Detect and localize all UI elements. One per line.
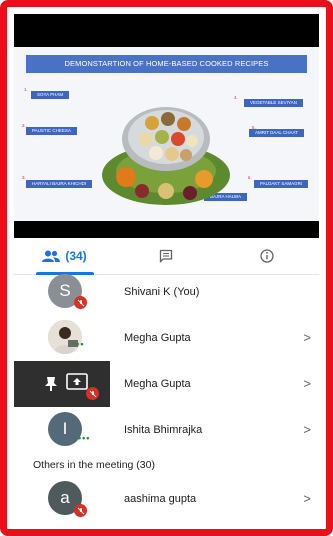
info-icon [259, 249, 274, 263]
chevron-right-icon[interactable]: > [303, 315, 311, 361]
food-platter-image [102, 107, 230, 205]
slide-label: PAUSTIC CHEESA [26, 127, 77, 135]
slide-label: HARYALI BAJRA KHICHDI [26, 180, 93, 188]
people-icon [42, 250, 61, 262]
slide-number: 1. [24, 87, 28, 92]
pin-icon[interactable] [44, 376, 58, 392]
mic-off-icon [74, 504, 87, 517]
chevron-right-icon[interactable]: > [303, 476, 311, 522]
slide-label: AMRIT DAAL CHAAT [249, 129, 304, 137]
slide-label: VEGETABLE SEVIYAN [244, 99, 303, 107]
others-heading: Others in the meeting (30) [33, 459, 155, 471]
participant-name: aashima gupta [124, 493, 197, 505]
participant-name: Shivani K (You) [124, 286, 200, 298]
speaking-indicator-icon: ••• [78, 433, 91, 443]
participant-row[interactable]: a aashima gupta > [14, 476, 319, 522]
present-screen-icon [66, 373, 88, 390]
slide-label: PALDAKT SAMAGRI [254, 180, 309, 188]
mic-off-icon [74, 296, 87, 309]
presentation-slide: DEMONSTARTION OF HOME-BASED COOKED RECIP… [14, 47, 319, 221]
mic-off-icon [86, 387, 99, 400]
slide-number: 6. [248, 175, 252, 180]
chevron-right-icon[interactable]: > [303, 361, 311, 407]
participant-name: Megha Gupta [110, 361, 319, 407]
participant-row[interactable]: •▪• Megha Gupta > [14, 315, 319, 361]
people-count: (34) [65, 249, 87, 263]
avatar: I [48, 412, 82, 446]
presentation-video[interactable]: DEMONSTARTION OF HOME-BASED COOKED RECIP… [14, 14, 319, 238]
participant-row[interactable]: S Shivani K (You) [14, 269, 319, 315]
participant-name: Megha Gupta [124, 332, 191, 344]
slide-number: 4. [234, 95, 238, 100]
participant-row[interactable]: I ••• Ishita Bhimrajka > [14, 407, 319, 453]
participant-name: Ishita Bhimrajka [124, 424, 203, 436]
slide-label: SOYA PHAM [31, 91, 70, 99]
chat-icon [159, 249, 172, 263]
participant-row-presenting[interactable]: Megha Gupta > [14, 361, 319, 407]
slide-title: DEMONSTARTION OF HOME-BASED COOKED RECIP… [26, 55, 307, 73]
chevron-right-icon[interactable]: > [303, 407, 311, 453]
speaking-indicator-icon: •▪• [72, 339, 85, 349]
